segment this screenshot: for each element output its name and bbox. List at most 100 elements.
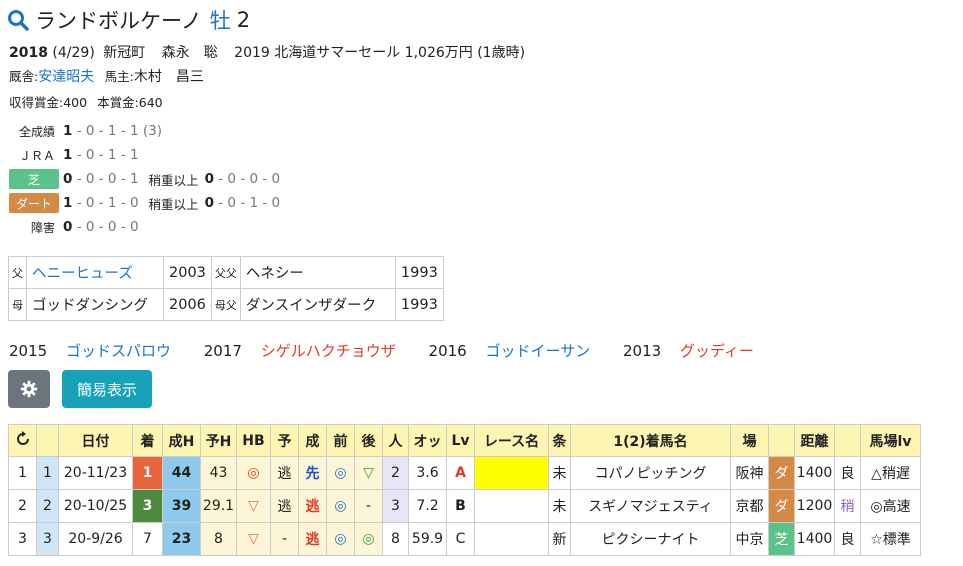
- record-all: 全成績 1 - 0 - 1 - 1 (3): [9, 120, 162, 142]
- yo-h: 8: [200, 522, 237, 556]
- race-name[interactable]: [474, 522, 549, 556]
- siblings-list: 2015 ゴッドスパロウ 2017 シゲルハクチョウザ 2016 ゴッドイーサン…: [9, 340, 782, 361]
- search-icon[interactable]: [7, 9, 29, 31]
- race-level: B: [446, 489, 475, 523]
- header-pop[interactable]: 人: [382, 424, 409, 457]
- sibling-link[interactable]: ゴッドスパロウ: [66, 342, 171, 360]
- record-dirt-rest: - 0 - 1 - 0: [76, 195, 139, 211]
- trainer-label: 厩舎:: [9, 69, 39, 84]
- record-all-rest: - 0 - 1 - 1 (3): [76, 123, 162, 139]
- record-jra-rest: - 0 - 1 - 1: [76, 147, 139, 163]
- header-surface[interactable]: [768, 424, 795, 457]
- refresh-header[interactable]: [8, 424, 37, 457]
- sibling-link[interactable]: グッディー: [680, 342, 754, 360]
- sire-year: 2003: [163, 256, 212, 289]
- race-level: A: [455, 465, 466, 481]
- header-date[interactable]: 日付: [58, 424, 133, 457]
- racecourse: 中京: [730, 522, 769, 556]
- record-dirt: ダート 1 - 0 - 1 - 0 稍重以上 0 - 0 - 1 - 0: [9, 192, 280, 214]
- header-yo[interactable]: 予: [270, 424, 299, 457]
- sibling-item: 2017 シゲルハクチョウザ: [204, 342, 410, 360]
- pedigree-row-dam: 母 ゴッドダンシング 2006 母父 ダンスインザダーク 1993: [8, 288, 444, 321]
- yo-h: 43: [200, 456, 237, 490]
- popularity: 8: [382, 522, 409, 556]
- header-cond[interactable]: 条: [548, 424, 571, 457]
- record-turf-label: 芝: [9, 169, 59, 189]
- row-index: 3: [8, 522, 37, 556]
- record-turf-rest: - 0 - 0 - 1: [76, 171, 139, 187]
- horse-sex[interactable]: 牡: [210, 5, 231, 35]
- prize-line: 収得賞金:400 本賞金:640: [9, 92, 163, 111]
- sei-h: 39: [162, 489, 201, 523]
- earned-value: 400: [63, 95, 88, 110]
- record-turf-sub-rest: - 0 - 0 - 0: [218, 171, 281, 187]
- record-jra: ＪＲＡ 1 - 0 - 1 - 1: [9, 144, 139, 166]
- hb-mark: ◎: [247, 465, 260, 481]
- trainer-link[interactable]: 安達昭夫: [38, 69, 94, 85]
- sibling-link[interactable]: シゲルハクチョウザ: [261, 342, 396, 360]
- race-name[interactable]: [474, 456, 549, 490]
- popularity: 2: [382, 456, 409, 490]
- table-row[interactable]: 1 1 20-11/23 1 44 43 ◎ 逃 先 ◎ ▽ 2 3.6 A 未…: [8, 456, 921, 490]
- refresh-icon: [16, 430, 29, 445]
- header-distance[interactable]: 距離: [794, 424, 835, 457]
- header-mae[interactable]: 前: [326, 424, 355, 457]
- rear-mark: ▽: [363, 465, 374, 481]
- record-turf-sub-wins: 0: [204, 171, 214, 187]
- racecourse: 阪神: [730, 456, 769, 490]
- winner-name[interactable]: ピクシーナイト: [570, 522, 731, 556]
- header-yoH[interactable]: 予H: [200, 424, 237, 457]
- record-dirt-wins: 1: [63, 195, 73, 211]
- table-row[interactable]: 3 3 20-9/26 7 23 8 ▽ - 逃 ◎ ◎ 8 59.9 C 新 …: [8, 522, 921, 556]
- sei-style: 先: [305, 466, 320, 482]
- header-winner[interactable]: 1(2)着馬名: [570, 424, 731, 457]
- record-jra-label: ＪＲＡ: [18, 148, 55, 163]
- sibling-year: 2015: [9, 342, 48, 360]
- owner-label: 馬主:: [104, 69, 134, 84]
- header-rank[interactable]: 着: [132, 424, 163, 457]
- sire-link[interactable]: ヘニーヒューズ: [26, 256, 164, 289]
- sibling-link[interactable]: ゴッドイーサン: [486, 342, 591, 360]
- surface: 芝: [768, 522, 795, 556]
- track-level: △稍遅: [860, 456, 921, 490]
- race-name[interactable]: [474, 489, 549, 523]
- track-level: ☆標準: [860, 522, 921, 556]
- sibling-item: 2016 ゴッドイーサン: [429, 342, 605, 360]
- record-hurdle-rest: - 0 - 0 - 0: [76, 219, 139, 235]
- header-sei[interactable]: 成: [298, 424, 327, 457]
- record-all-label: 全成績: [18, 124, 55, 139]
- finish-rank: 3: [132, 489, 163, 523]
- header-ato[interactable]: 後: [354, 424, 383, 457]
- header-lv[interactable]: Lv: [446, 424, 475, 457]
- pedigree-row-sire: 父 ヘニーヒューズ 2003 父父 ヘネシー 1993: [8, 256, 444, 289]
- header-place[interactable]: 場: [730, 424, 769, 457]
- header-blv[interactable]: 馬場lv: [860, 424, 921, 457]
- header-seiH[interactable]: 成H: [162, 424, 201, 457]
- earned-label: 収得賞金:: [9, 95, 64, 110]
- sale-info: 2019 北海道サマーセール 1,026万円 (1歳時): [234, 45, 526, 61]
- row-marker: 2: [36, 489, 59, 523]
- header-race[interactable]: レース名: [474, 424, 549, 457]
- simple-view-button[interactable]: 簡易表示: [62, 370, 152, 408]
- hb-mark: ▽: [248, 498, 259, 514]
- record-dirt-sub-rest: - 0 - 1 - 0: [218, 195, 281, 211]
- winner-name[interactable]: スギノマジェスティ: [570, 489, 731, 523]
- header-track[interactable]: [834, 424, 861, 457]
- distance: 1200: [794, 489, 835, 523]
- track-condition: 良: [834, 522, 861, 556]
- header-hb[interactable]: HB: [236, 424, 271, 457]
- winner-name[interactable]: コパノピッチング: [570, 456, 731, 490]
- record-hurdle-wins: 0: [63, 219, 73, 235]
- front-mark: ◎: [334, 498, 347, 514]
- header-odds[interactable]: オッ: [408, 424, 447, 457]
- dam-sire-key: 母父: [210, 288, 241, 321]
- record-hurdle-label: 障害: [30, 220, 55, 235]
- settings-button[interactable]: [8, 370, 50, 408]
- breeder: 森永 聡: [161, 45, 218, 61]
- finish-rank: 1: [132, 456, 163, 490]
- table-row[interactable]: 2 2 20-10/25 3 39 29.1 ▽ 逃 逃 ◎ - 3 7.2 B…: [8, 489, 921, 523]
- sei-h: 44: [162, 456, 201, 490]
- front-mark: ◎: [334, 531, 347, 547]
- horse-title: ランドボルケーノ 牡 2: [7, 4, 250, 36]
- record-turf: 芝 0 - 0 - 0 - 1 稍重以上 0 - 0 - 0 - 0: [9, 168, 280, 190]
